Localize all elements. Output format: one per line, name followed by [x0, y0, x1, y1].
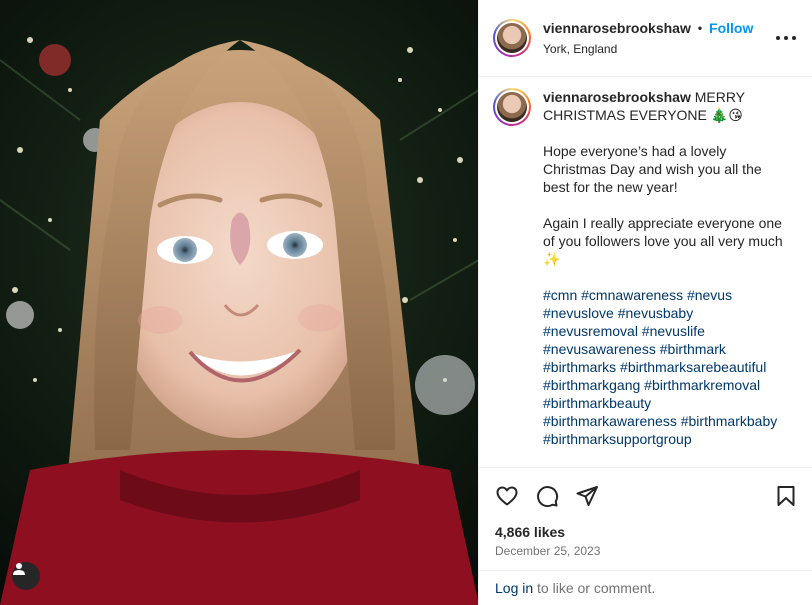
likes-count[interactable]: 4,866 likes — [495, 524, 565, 540]
action-bar — [479, 467, 812, 523]
comment-icon — [537, 485, 559, 507]
hashtag-link[interactable]: #nevusremoval — [543, 323, 638, 339]
avatar[interactable] — [493, 19, 531, 57]
more-options-button[interactable] — [776, 31, 796, 45]
caption-section: viennarosebrookshaw MERRY CHRISTMAS EVER… — [479, 78, 812, 466]
comment-button[interactable] — [535, 484, 559, 508]
login-prompt: Log in to like or comment. — [479, 570, 812, 605]
share-icon — [576, 485, 598, 506]
hashtag-list: #cmn #cmnawareness #nevus #nevuslove #ne… — [543, 286, 783, 448]
caption-paragraph-2: Again I really appreciate everyone one o… — [543, 215, 783, 267]
hashtag-link[interactable]: #birthmarksarebeautiful — [620, 359, 766, 375]
caption-paragraph-1: Hope everyone’s had a lovely Christmas D… — [543, 143, 762, 195]
hashtag-link[interactable]: #birthmarkremoval — [644, 377, 760, 393]
hashtag-link[interactable]: #birthmarkbaby — [681, 413, 778, 429]
post-date[interactable]: December 25, 2023 — [495, 544, 600, 558]
hashtag-link[interactable]: #birthmarks — [543, 359, 616, 375]
user-tag-icon — [13, 563, 25, 575]
avatar-image — [497, 92, 527, 122]
hashtag-link[interactable]: #nevusbaby — [618, 305, 694, 321]
bookmark-icon — [777, 485, 795, 506]
caption-username-link[interactable]: viennarosebrookshaw — [543, 89, 691, 105]
hashtag-link[interactable]: #birthmarksupportgroup — [543, 431, 692, 447]
hashtag-link[interactable]: #cmnawareness — [581, 287, 683, 303]
follow-button[interactable]: Follow — [709, 20, 753, 36]
avatar-image — [497, 23, 527, 53]
caption-text: viennarosebrookshaw MERRY CHRISTMAS EVER… — [543, 88, 783, 466]
share-button[interactable] — [575, 484, 599, 508]
login-prompt-text: to like or comment. — [533, 580, 656, 596]
tagged-users-button[interactable] — [12, 562, 40, 590]
hashtag-link[interactable]: #birthmark — [660, 341, 726, 357]
hashtag-link[interactable]: #nevusawareness — [543, 341, 656, 357]
hashtag-link[interactable]: #nevus — [687, 287, 732, 303]
heart-icon — [496, 486, 518, 505]
post-details-panel: viennarosebrookshaw • Follow York, Engla… — [479, 0, 812, 605]
hashtag-link[interactable]: #cmn — [543, 287, 577, 303]
post-header: viennarosebrookshaw • Follow York, Engla… — [479, 0, 812, 77]
hashtag-link[interactable]: #birthmarkbeauty — [543, 395, 651, 411]
hashtag-link[interactable]: #birthmarkawareness — [543, 413, 677, 429]
username-link[interactable]: viennarosebrookshaw — [543, 20, 691, 36]
post-image[interactable] — [0, 0, 479, 605]
hashtag-link[interactable]: #nevuslife — [642, 323, 705, 339]
caption-avatar[interactable] — [493, 88, 531, 126]
hashtag-link[interactable]: #nevuslove — [543, 305, 614, 321]
save-button[interactable] — [774, 484, 798, 508]
more-icon — [776, 36, 780, 40]
separator-dot: • — [697, 21, 703, 35]
login-link[interactable]: Log in — [495, 580, 533, 596]
like-button[interactable] — [495, 484, 519, 508]
location-link[interactable]: York, England — [543, 42, 753, 56]
post-photo — [0, 37, 478, 605]
hashtag-link[interactable]: #birthmarkgang — [543, 377, 640, 393]
